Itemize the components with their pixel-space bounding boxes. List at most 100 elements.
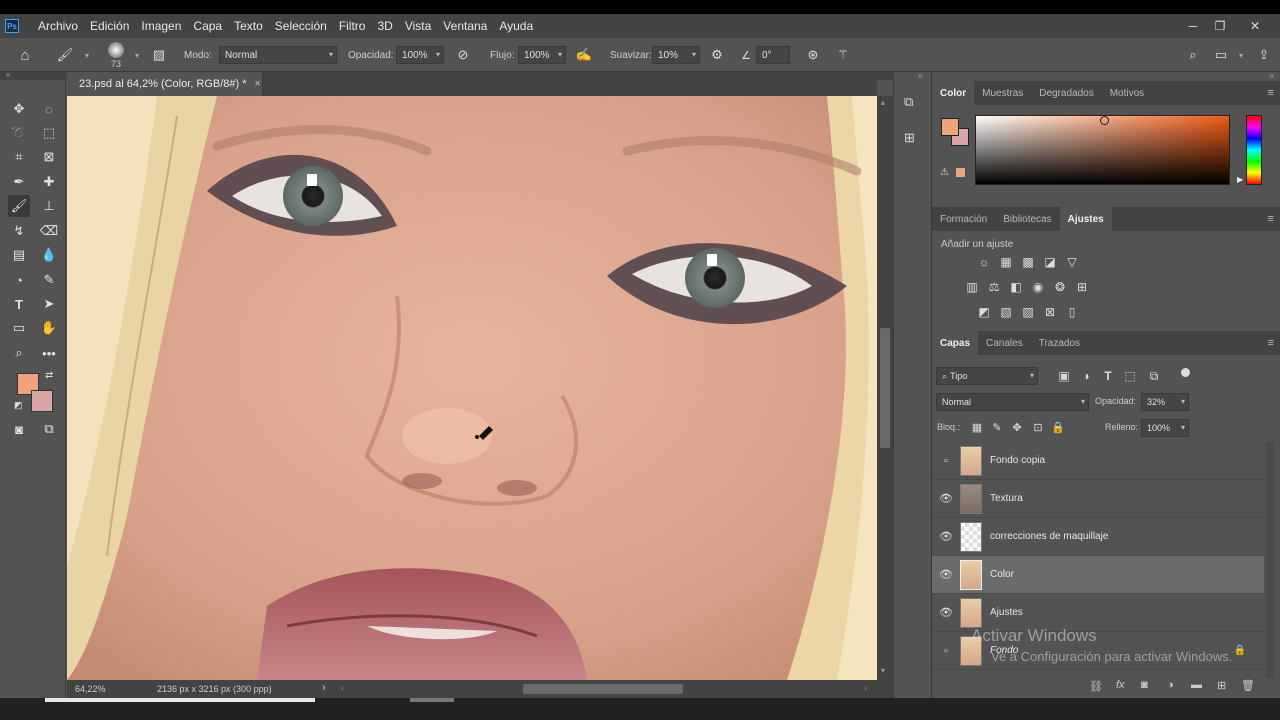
photo-filter-icon[interactable]: ◉ [1030,279,1046,295]
status-info-arrow-icon[interactable]: › [322,682,326,694]
workspace-icon[interactable]: ▭ [1212,46,1230,64]
layer-name[interactable]: Ajustes [990,607,1023,618]
restore-button[interactable]: ❐ [1205,14,1235,38]
lasso-tool-icon[interactable]: ➰ [8,122,30,144]
fx-icon[interactable]: fx [1116,679,1125,691]
lock-all-icon[interactable]: 🔒 [1050,419,1066,435]
collapse-panels-icon[interactable]: » [918,71,922,80]
more-tools-icon[interactable]: ••• [38,342,60,364]
menu-imagen[interactable]: Imagen [135,19,187,33]
menu-filtro[interactable]: Filtro [333,19,372,33]
horizontal-scroll-thumb[interactable] [523,684,683,694]
layer-name[interactable]: correcciones de maquillaje [990,531,1108,542]
hand-tool-icon[interactable]: ✋ [38,317,60,339]
shape-tool-icon[interactable]: ▭ [8,317,30,339]
scroll-down-icon[interactable]: ▾ [881,666,885,675]
adjust-panel-menu-icon[interactable]: ≡ [1268,213,1274,225]
gear-icon[interactable]: ⚙ [708,46,726,64]
clone-stamp-icon[interactable]: ⊥ [38,195,60,217]
flow-field[interactable]: 100% ▾ [518,46,566,64]
healing-tool-icon[interactable]: ✚ [38,171,60,193]
filter-toggle-icon[interactable] [1181,368,1190,377]
hue-saturation-icon[interactable]: ▥ [964,279,980,295]
path-select-icon[interactable]: ➤ [38,293,60,315]
move-tool-icon[interactable]: ✥ [8,98,30,120]
vertical-scroll-thumb[interactable] [880,328,890,448]
color-picker-handle[interactable] [1100,116,1109,125]
eye-icon[interactable]: 👁 [932,606,960,619]
layer-row-correcciones[interactable]: 👁 correcciones de maquillaje [932,518,1264,556]
filter-adjust-icon[interactable]: ◑ [1078,368,1094,384]
new-layer-icon[interactable]: ⊞ [1217,679,1226,692]
gamut-warning-icon[interactable]: ⚠ [940,167,949,178]
tab-formacion[interactable]: Formación [932,207,995,231]
search-icon[interactable]: ⌕ [1184,46,1202,64]
tab-ajustes[interactable]: Ajustes [1059,207,1112,231]
quick-select-icon[interactable]: ⬚ [38,122,60,144]
color-lookup-icon[interactable]: ⊞ [1074,279,1090,295]
tab-degradados[interactable]: Degradados [1031,81,1101,105]
brush-tool-active-icon[interactable]: 🖌 [8,195,30,217]
selective-color-icon[interactable]: ⊠ [1042,304,1058,320]
swap-colors-icon[interactable]: ⇄ [45,370,53,381]
layer-name[interactable]: Textura [990,493,1023,504]
filter-type-icon[interactable]: T [1100,368,1116,384]
curves-icon[interactable]: ▩ [1020,254,1036,270]
menu-seleccion[interactable]: Selección [269,19,333,33]
tab-color[interactable]: Color [932,81,975,105]
menu-capa[interactable]: Capa [187,19,228,33]
menu-archivo[interactable]: Archivo [32,19,84,33]
home-icon[interactable]: ⌂ [16,46,34,64]
blur-tool-icon[interactable]: 💧 [38,244,60,266]
pressure-size-icon[interactable]: ⊛ [804,46,822,64]
visibility-off-icon[interactable]: ▫ [932,455,960,467]
eye-icon[interactable]: 👁 [932,530,960,543]
tab-trazados[interactable]: Trazados [1031,331,1088,355]
angle-field[interactable]: 0° [756,46,790,64]
marquee-tool-icon[interactable]: ◌ [38,98,60,120]
menu-vista[interactable]: Vista [399,19,437,33]
add-mask-icon[interactable]: ◙ [1141,679,1148,691]
crop-tool-icon[interactable]: ⌗ [8,146,30,168]
brightness-icon[interactable]: ☼ [976,254,992,270]
gradient-tool-icon[interactable]: ▤ [8,244,30,266]
background-color-swatch[interactable] [31,390,53,412]
close-button[interactable]: ✕ [1240,14,1270,38]
minimize-button[interactable]: ─ [1178,14,1208,38]
vertical-scrollbar[interactable]: ▴ ▾ [877,96,893,680]
menu-ayuda[interactable]: Ayuda [493,19,539,33]
layer-name[interactable]: Fondo copia [990,455,1045,466]
tab-canales[interactable]: Canales [978,331,1031,355]
close-tab-icon[interactable]: × [255,78,261,90]
eyedropper-tool-icon[interactable]: ✒ [8,171,30,193]
channel-mixer-icon[interactable]: ❂ [1052,279,1068,295]
scroll-left-icon[interactable]: ‹ [341,683,344,693]
menu-3d[interactable]: 3D [371,19,398,33]
layer-row-fondo-copia[interactable]: ▫ Fondo copia [932,442,1264,480]
link-layers-icon[interactable]: ⛓ [1089,680,1103,693]
vibrance-icon[interactable]: ▽ [1064,254,1080,270]
layers-panel-menu-icon[interactable]: ≡ [1268,337,1274,349]
brush-tool-icon[interactable]: 🖌 [56,46,74,64]
blend-mode-select[interactable]: Normal ▾ [936,393,1089,411]
pen-tool-icon[interactable]: ✎ [38,269,60,291]
lock-artboard-icon[interactable]: ⊡ [1030,419,1046,435]
filter-pixel-icon[interactable]: ▣ [1056,368,1072,384]
lock-transparent-icon[interactable]: ▦ [969,419,985,435]
menu-ventana[interactable]: Ventana [437,19,493,33]
layer-filter-select[interactable]: ⌕ Tipo ▾ [936,367,1038,385]
tab-bibliotecas[interactable]: Bibliotecas [995,207,1059,231]
tab-muestras[interactable]: Muestras [974,81,1031,105]
history-brush-icon[interactable]: ↯ [8,220,30,242]
dodge-tool-icon[interactable]: ◔ [8,269,30,291]
eye-icon[interactable]: 👁 [932,568,960,581]
zoom-tool-icon[interactable]: ⌕ [8,342,30,364]
exposure-icon[interactable]: ◪ [1042,254,1058,270]
invert-icon[interactable]: ◩ [976,304,992,320]
collapse-left-icon[interactable]: « [6,70,10,79]
black-white-icon[interactable]: ◧ [1008,279,1024,295]
hue-slider-handle-icon[interactable]: ▶ [1237,175,1243,184]
opacity-field[interactable]: 100% ▾ [396,46,444,64]
menu-texto[interactable]: Texto [228,19,269,33]
pressure-opacity-icon[interactable]: ⊘ [454,46,472,64]
